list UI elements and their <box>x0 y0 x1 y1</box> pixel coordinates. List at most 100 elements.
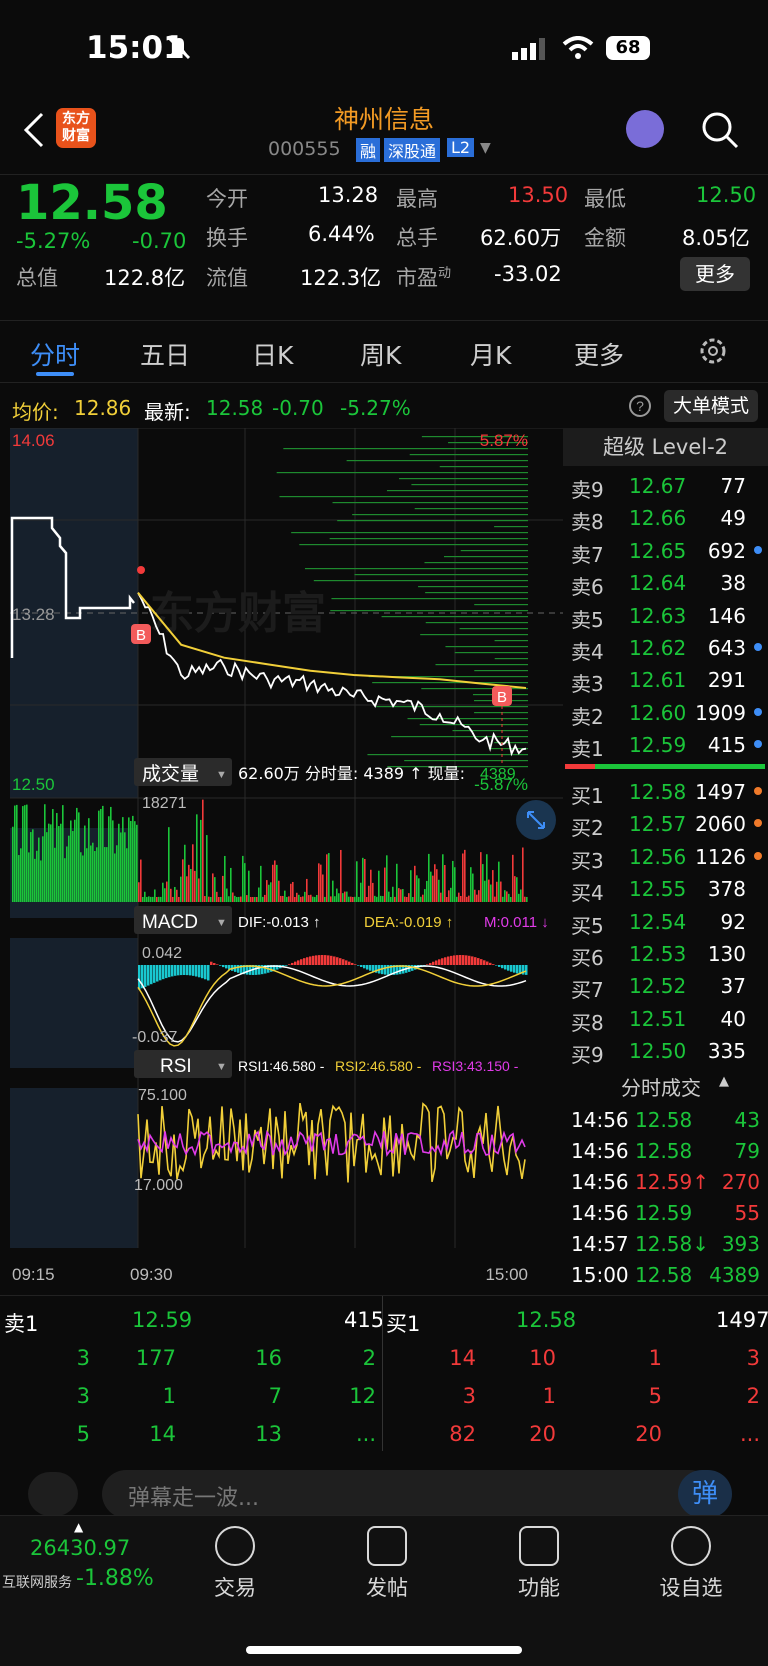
volume-bar <box>72 831 74 902</box>
volume-bar <box>180 876 182 902</box>
nav-trade[interactable]: 交易 <box>190 1526 280 1602</box>
nav-post[interactable]: 发帖 <box>342 1526 432 1602</box>
danmu-send-button[interactable]: 弹 <box>678 1470 732 1518</box>
big-order-mode-button[interactable]: 大单模式 <box>664 390 758 422</box>
ask-row[interactable]: 卖6 12.64 38 <box>563 567 768 599</box>
bid-row[interactable]: 买6 12.53 130 <box>563 938 768 970</box>
bid-row[interactable]: 买7 12.52 37 <box>563 970 768 1002</box>
macd-bar <box>225 965 228 969</box>
volume-bar <box>28 852 30 902</box>
volume-bar <box>24 805 26 902</box>
chevron-up-icon[interactable]: ▲ <box>719 1074 729 1089</box>
level-price: 12.63 <box>629 603 687 628</box>
volume-bar <box>246 895 248 902</box>
ask-row[interactable]: 卖2 12.60 1909 <box>563 697 768 729</box>
level-price: 12.64 <box>629 571 687 596</box>
nav-functions[interactable]: 功能 <box>494 1526 584 1602</box>
volume-bar <box>30 832 32 902</box>
macd-bar <box>453 955 456 965</box>
depth-bar <box>352 514 528 516</box>
index-value[interactable]: 26430.97 <box>30 1536 130 1560</box>
depth-buy-vol: 1497 <box>716 1308 768 1332</box>
chevron-down-icon[interactable]: ▼ <box>480 140 491 156</box>
home-indicator <box>246 1646 522 1654</box>
macd-bar <box>327 955 330 965</box>
help-icon[interactable]: ? <box>628 394 652 418</box>
tab-month-k[interactable]: 月K <box>470 336 511 372</box>
ask-row[interactable]: 卖1 12.59 415 <box>563 729 768 761</box>
last-price: 12.58 <box>16 175 168 231</box>
macd-bar <box>507 965 510 971</box>
macd-bar <box>177 965 180 976</box>
level-volume: 378 <box>707 877 746 902</box>
tab-week-k[interactable]: 周K <box>360 336 401 372</box>
depth-bar <box>299 544 528 546</box>
macd-bar <box>309 956 312 965</box>
volume-bar <box>460 895 462 902</box>
more-button[interactable]: 更多 <box>680 257 750 291</box>
depth-bar <box>494 640 528 642</box>
ask-row[interactable]: 卖7 12.65 692 <box>563 535 768 567</box>
macd-bar <box>303 958 306 965</box>
svg-text:B: B <box>497 689 507 706</box>
volume-bar <box>360 882 362 902</box>
ask-row[interactable]: 卖9 12.67 77 <box>563 470 768 502</box>
volume-bar <box>330 896 332 902</box>
macd-bar <box>321 955 324 965</box>
volume-bar <box>484 880 486 902</box>
change-value: -0.70 <box>132 229 187 253</box>
settings-gear-icon[interactable] <box>698 336 728 366</box>
danmu-input[interactable]: 弹幕走一波... <box>102 1470 714 1518</box>
bid-row[interactable]: 买1 12.58 1497 <box>563 776 768 808</box>
volume-bar <box>140 859 142 902</box>
ask-row[interactable]: 卖5 12.63 146 <box>563 600 768 632</box>
intraday-chart[interactable]: 东方财富 B B 14.06 5.87% 13.28 12.50 -5.87% … <box>10 427 563 1288</box>
level-volume: 1126 <box>695 844 746 869</box>
bid-row[interactable]: 买3 12.56 1126 <box>563 841 768 873</box>
volume-bar <box>290 883 292 902</box>
bottom-nav: ▲ 26430.97 互联网服务 -1.88% 交易 发帖 功能 设自选 <box>0 1515 768 1666</box>
order-dot-icon <box>754 707 762 716</box>
volume-bar <box>388 891 390 902</box>
volume-bar <box>520 889 522 902</box>
macd-bar <box>504 965 507 970</box>
bid-row[interactable]: 买5 12.54 92 <box>563 906 768 938</box>
danmu-settings-icon[interactable] <box>28 1472 78 1516</box>
volume-bar <box>424 889 426 902</box>
bid-row[interactable]: 买9 12.50 335 <box>563 1035 768 1067</box>
high-label: 最高 <box>396 187 438 211</box>
tab-timeshare[interactable]: 分时 <box>30 336 80 372</box>
trades-title[interactable]: 分时成交 <box>621 1072 701 1101</box>
trade-price: 12.59↑ <box>635 1170 710 1194</box>
level-price: 12.62 <box>629 636 687 660</box>
ask-row[interactable]: 卖3 12.61 291 <box>563 664 768 696</box>
volume-bar <box>118 823 120 902</box>
macd-bar <box>351 962 354 965</box>
level-label: 卖9 <box>571 478 604 502</box>
bid-row[interactable]: 买4 12.55 378 <box>563 873 768 905</box>
robot-assistant-icon[interactable] <box>626 110 664 148</box>
trade-volume: 393 <box>721 1232 760 1256</box>
volume-bar <box>92 842 94 902</box>
ask-row[interactable]: 卖4 12.62 643 <box>563 632 768 664</box>
ask-row[interactable]: 卖8 12.66 49 <box>563 502 768 534</box>
search-icon[interactable] <box>700 110 740 150</box>
volume-bar <box>264 894 266 902</box>
volume-bar <box>306 878 308 902</box>
macd-bar <box>489 962 492 965</box>
depth-bar <box>418 586 528 588</box>
volume-bar <box>474 889 476 902</box>
volume-bar <box>146 896 148 902</box>
volume-bar <box>122 817 124 902</box>
macd-bar <box>444 957 447 965</box>
tab-five-day[interactable]: 五日 <box>140 336 190 372</box>
macd-bar <box>429 963 432 965</box>
bid-row[interactable]: 买2 12.57 2060 <box>563 808 768 840</box>
volume-bar <box>98 810 100 902</box>
bid-row[interactable]: 买8 12.51 40 <box>563 1003 768 1035</box>
depth-bar <box>445 646 528 648</box>
amount-label: 金额 <box>584 226 626 250</box>
nav-add-watchlist[interactable]: 设自选 <box>646 1526 736 1602</box>
tab-more[interactable]: 更多 <box>574 336 624 372</box>
tab-day-k[interactable]: 日K <box>252 336 293 372</box>
